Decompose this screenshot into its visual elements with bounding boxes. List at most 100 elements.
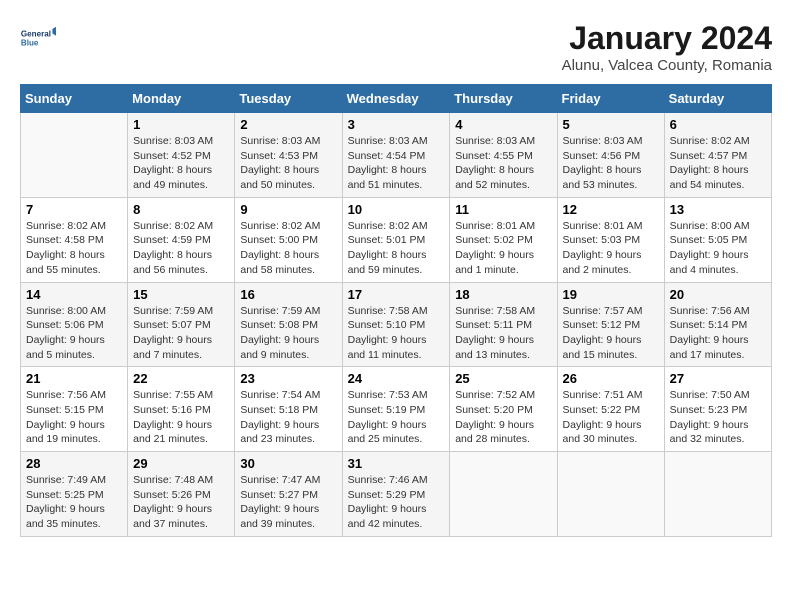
- day-info: Sunrise: 7:57 AMSunset: 5:12 PMDaylight:…: [563, 305, 643, 361]
- calendar-day-cell: 5 Sunrise: 8:03 AMSunset: 4:56 PMDayligh…: [557, 113, 664, 198]
- day-number: 10: [348, 202, 445, 217]
- day-number: 25: [455, 371, 551, 386]
- calendar-day-cell: 23 Sunrise: 7:54 AMSunset: 5:18 PMDaylig…: [235, 367, 342, 452]
- day-number: 7: [26, 202, 122, 217]
- day-info: Sunrise: 8:03 AMSunset: 4:52 PMDaylight:…: [133, 135, 213, 191]
- day-info: Sunrise: 7:59 AMSunset: 5:08 PMDaylight:…: [240, 305, 320, 361]
- day-number: 18: [455, 287, 551, 302]
- logo: General Blue: [20, 20, 56, 56]
- calendar-day-header: Monday: [128, 85, 235, 113]
- calendar-day-cell: [664, 452, 771, 537]
- calendar-day-cell: 8 Sunrise: 8:02 AMSunset: 4:59 PMDayligh…: [128, 197, 235, 282]
- day-info: Sunrise: 8:02 AMSunset: 4:58 PMDaylight:…: [26, 220, 106, 276]
- calendar-day-cell: [557, 452, 664, 537]
- calendar-day-cell: 20 Sunrise: 7:56 AMSunset: 5:14 PMDaylig…: [664, 282, 771, 367]
- day-number: 14: [26, 287, 122, 302]
- day-number: 31: [348, 456, 445, 471]
- calendar-week-row: 7 Sunrise: 8:02 AMSunset: 4:58 PMDayligh…: [21, 197, 772, 282]
- day-number: 20: [670, 287, 766, 302]
- calendar-day-cell: 24 Sunrise: 7:53 AMSunset: 5:19 PMDaylig…: [342, 367, 450, 452]
- calendar-day-header: Friday: [557, 85, 664, 113]
- day-info: Sunrise: 7:52 AMSunset: 5:20 PMDaylight:…: [455, 389, 535, 445]
- calendar-day-cell: [21, 113, 128, 198]
- calendar-day-cell: 21 Sunrise: 7:56 AMSunset: 5:15 PMDaylig…: [21, 367, 128, 452]
- day-number: 12: [563, 202, 659, 217]
- day-number: 27: [670, 371, 766, 386]
- day-number: 23: [240, 371, 336, 386]
- calendar-day-cell: 22 Sunrise: 7:55 AMSunset: 5:16 PMDaylig…: [128, 367, 235, 452]
- calendar-day-cell: 30 Sunrise: 7:47 AMSunset: 5:27 PMDaylig…: [235, 452, 342, 537]
- location-title: Alunu, Valcea County, Romania: [562, 57, 772, 74]
- day-info: Sunrise: 8:00 AMSunset: 5:05 PMDaylight:…: [670, 220, 750, 276]
- day-info: Sunrise: 7:56 AMSunset: 5:15 PMDaylight:…: [26, 389, 106, 445]
- day-info: Sunrise: 8:02 AMSunset: 4:57 PMDaylight:…: [670, 135, 750, 191]
- day-info: Sunrise: 7:58 AMSunset: 5:10 PMDaylight:…: [348, 305, 428, 361]
- calendar-week-row: 1 Sunrise: 8:03 AMSunset: 4:52 PMDayligh…: [21, 113, 772, 198]
- calendar-day-cell: 11 Sunrise: 8:01 AMSunset: 5:02 PMDaylig…: [450, 197, 557, 282]
- calendar-day-cell: 3 Sunrise: 8:03 AMSunset: 4:54 PMDayligh…: [342, 113, 450, 198]
- day-info: Sunrise: 8:01 AMSunset: 5:02 PMDaylight:…: [455, 220, 535, 276]
- day-info: Sunrise: 7:48 AMSunset: 5:26 PMDaylight:…: [133, 474, 213, 530]
- calendar-table: SundayMondayTuesdayWednesdayThursdayFrid…: [20, 84, 772, 537]
- day-info: Sunrise: 8:02 AMSunset: 5:00 PMDaylight:…: [240, 220, 320, 276]
- day-number: 21: [26, 371, 122, 386]
- day-info: Sunrise: 7:59 AMSunset: 5:07 PMDaylight:…: [133, 305, 213, 361]
- logo-svg: General Blue: [20, 20, 56, 56]
- calendar-day-cell: 16 Sunrise: 7:59 AMSunset: 5:08 PMDaylig…: [235, 282, 342, 367]
- day-info: Sunrise: 8:03 AMSunset: 4:56 PMDaylight:…: [563, 135, 643, 191]
- day-info: Sunrise: 8:02 AMSunset: 4:59 PMDaylight:…: [133, 220, 213, 276]
- calendar-day-header: Wednesday: [342, 85, 450, 113]
- day-info: Sunrise: 7:49 AMSunset: 5:25 PMDaylight:…: [26, 474, 106, 530]
- calendar-week-row: 28 Sunrise: 7:49 AMSunset: 5:25 PMDaylig…: [21, 452, 772, 537]
- day-number: 19: [563, 287, 659, 302]
- day-info: Sunrise: 8:03 AMSunset: 4:53 PMDaylight:…: [240, 135, 320, 191]
- calendar-day-header: Thursday: [450, 85, 557, 113]
- day-info: Sunrise: 8:03 AMSunset: 4:55 PMDaylight:…: [455, 135, 535, 191]
- svg-text:General: General: [21, 30, 51, 39]
- day-number: 8: [133, 202, 229, 217]
- day-info: Sunrise: 7:55 AMSunset: 5:16 PMDaylight:…: [133, 389, 213, 445]
- day-number: 28: [26, 456, 122, 471]
- day-info: Sunrise: 7:47 AMSunset: 5:27 PMDaylight:…: [240, 474, 320, 530]
- calendar-day-cell: 14 Sunrise: 8:00 AMSunset: 5:06 PMDaylig…: [21, 282, 128, 367]
- day-number: 15: [133, 287, 229, 302]
- calendar-day-cell: 6 Sunrise: 8:02 AMSunset: 4:57 PMDayligh…: [664, 113, 771, 198]
- calendar-day-cell: 15 Sunrise: 7:59 AMSunset: 5:07 PMDaylig…: [128, 282, 235, 367]
- calendar-header-row: SundayMondayTuesdayWednesdayThursdayFrid…: [21, 85, 772, 113]
- day-info: Sunrise: 8:02 AMSunset: 5:01 PMDaylight:…: [348, 220, 428, 276]
- calendar-day-cell: 29 Sunrise: 7:48 AMSunset: 5:26 PMDaylig…: [128, 452, 235, 537]
- calendar-day-cell: 19 Sunrise: 7:57 AMSunset: 5:12 PMDaylig…: [557, 282, 664, 367]
- calendar-day-cell: 2 Sunrise: 8:03 AMSunset: 4:53 PMDayligh…: [235, 113, 342, 198]
- month-title: January 2024: [562, 20, 772, 57]
- day-number: 9: [240, 202, 336, 217]
- day-info: Sunrise: 7:51 AMSunset: 5:22 PMDaylight:…: [563, 389, 643, 445]
- calendar-day-cell: 28 Sunrise: 7:49 AMSunset: 5:25 PMDaylig…: [21, 452, 128, 537]
- day-number: 1: [133, 117, 229, 132]
- calendar-day-cell: 18 Sunrise: 7:58 AMSunset: 5:11 PMDaylig…: [450, 282, 557, 367]
- calendar-week-row: 21 Sunrise: 7:56 AMSunset: 5:15 PMDaylig…: [21, 367, 772, 452]
- calendar-day-cell: 31 Sunrise: 7:46 AMSunset: 5:29 PMDaylig…: [342, 452, 450, 537]
- day-info: Sunrise: 7:54 AMSunset: 5:18 PMDaylight:…: [240, 389, 320, 445]
- title-block: January 2024 Alunu, Valcea County, Roman…: [562, 20, 772, 74]
- day-number: 4: [455, 117, 551, 132]
- day-info: Sunrise: 7:46 AMSunset: 5:29 PMDaylight:…: [348, 474, 428, 530]
- calendar-week-row: 14 Sunrise: 8:00 AMSunset: 5:06 PMDaylig…: [21, 282, 772, 367]
- day-info: Sunrise: 7:53 AMSunset: 5:19 PMDaylight:…: [348, 389, 428, 445]
- day-number: 11: [455, 202, 551, 217]
- calendar-day-cell: 7 Sunrise: 8:02 AMSunset: 4:58 PMDayligh…: [21, 197, 128, 282]
- day-number: 30: [240, 456, 336, 471]
- calendar-day-cell: 12 Sunrise: 8:01 AMSunset: 5:03 PMDaylig…: [557, 197, 664, 282]
- calendar-day-header: Tuesday: [235, 85, 342, 113]
- calendar-day-header: Sunday: [21, 85, 128, 113]
- calendar-day-cell: 27 Sunrise: 7:50 AMSunset: 5:23 PMDaylig…: [664, 367, 771, 452]
- calendar-day-header: Saturday: [664, 85, 771, 113]
- calendar-day-cell: [450, 452, 557, 537]
- day-number: 29: [133, 456, 229, 471]
- day-number: 3: [348, 117, 445, 132]
- page-header: General Blue January 2024 Alunu, Valcea …: [20, 20, 772, 74]
- day-number: 6: [670, 117, 766, 132]
- day-info: Sunrise: 8:03 AMSunset: 4:54 PMDaylight:…: [348, 135, 428, 191]
- day-info: Sunrise: 7:56 AMSunset: 5:14 PMDaylight:…: [670, 305, 750, 361]
- calendar-day-cell: 26 Sunrise: 7:51 AMSunset: 5:22 PMDaylig…: [557, 367, 664, 452]
- calendar-day-cell: 10 Sunrise: 8:02 AMSunset: 5:01 PMDaylig…: [342, 197, 450, 282]
